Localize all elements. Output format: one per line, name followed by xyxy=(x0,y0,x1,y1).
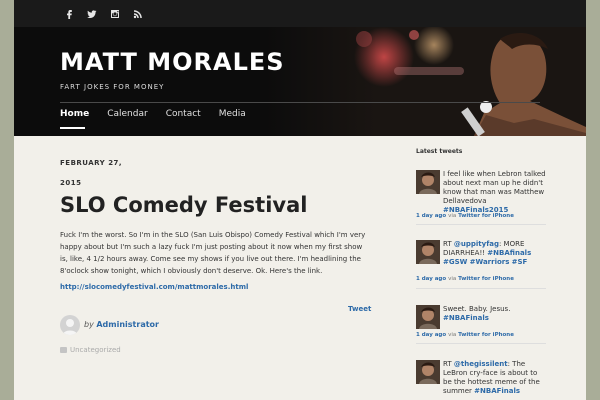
tweet-divider xyxy=(416,288,546,289)
nav-item-calendar[interactable]: Calendar xyxy=(107,109,147,119)
post-body: Fuck I'm the worst. So I'm in the SLO (S… xyxy=(60,231,366,275)
tweet-button[interactable]: Tweet xyxy=(348,305,371,313)
tweet-avatar xyxy=(416,170,440,194)
tweet-text: RT @thegissilent: The LeBron cry-face is… xyxy=(443,360,540,395)
tweet-avatar xyxy=(416,360,440,384)
nav-item-contact[interactable]: Contact xyxy=(166,109,201,119)
social-bar xyxy=(14,0,586,27)
nav-divider xyxy=(60,102,540,103)
sidebar-title: Latest tweets xyxy=(416,148,463,155)
post-date: FEBRUARY 27, 2015 xyxy=(60,153,140,193)
header-photo xyxy=(264,27,586,136)
instagram-icon[interactable] xyxy=(104,7,126,21)
tweet-text: I feel like when Lebron talked about nex… xyxy=(443,170,546,214)
post-title[interactable]: SLO Comedy Festival xyxy=(60,193,307,217)
tweet-divider xyxy=(416,224,546,225)
tweet-text: RT @uppityfag: MORE DIARRHEA!! #NBAfinal… xyxy=(443,240,532,266)
tweet-divider xyxy=(416,343,546,344)
content-area: FEBRUARY 27, 2015 SLO Comedy Festival Fu… xyxy=(14,136,586,400)
sidebar-tweets: Latest tweets I feel like when Lebron ta… xyxy=(416,148,546,395)
post-author: by Administrator xyxy=(84,320,159,329)
social-links xyxy=(58,7,150,21)
tweet-meta: 1 day ago via Twitter for iPhone xyxy=(416,276,514,282)
tweet-meta: 1 day ago via Twitter for iPhone xyxy=(416,332,514,338)
tweet-avatar xyxy=(416,305,440,329)
author-by-label: by xyxy=(84,320,94,329)
tweet-text: Sweet. Baby. Jesus. #NBAFinals xyxy=(443,305,511,322)
nav-item-home[interactable]: Home xyxy=(60,109,89,119)
folder-icon xyxy=(60,347,67,353)
post-link[interactable]: http://slocomedyfestival.com/mattmorales… xyxy=(60,283,248,291)
tweet-meta: 1 day ago via Twitter for iPhone xyxy=(416,213,514,219)
facebook-icon[interactable] xyxy=(58,7,80,21)
author-name[interactable]: Administrator xyxy=(96,320,159,329)
tweet-avatar xyxy=(416,240,440,264)
rss-icon[interactable] xyxy=(127,7,149,21)
nav-item-media[interactable]: Media xyxy=(219,109,246,119)
site-tagline: FART JOKES FOR MONEY xyxy=(60,83,165,91)
nav-active-indicator xyxy=(60,127,85,129)
author-avatar xyxy=(60,315,80,335)
site-title[interactable]: MATT MORALES xyxy=(60,48,285,76)
category-link[interactable]: Uncategorized xyxy=(70,346,121,354)
post-date-year: 2015 xyxy=(60,179,82,187)
twitter-icon[interactable] xyxy=(81,7,103,21)
post-category: Uncategorized xyxy=(60,346,121,354)
site-header: MATT MORALES FART JOKES FOR MONEY Home C… xyxy=(14,27,586,136)
post-date-day: FEBRUARY 27, xyxy=(60,159,123,167)
main-nav: Home Calendar Contact Media xyxy=(60,109,264,119)
